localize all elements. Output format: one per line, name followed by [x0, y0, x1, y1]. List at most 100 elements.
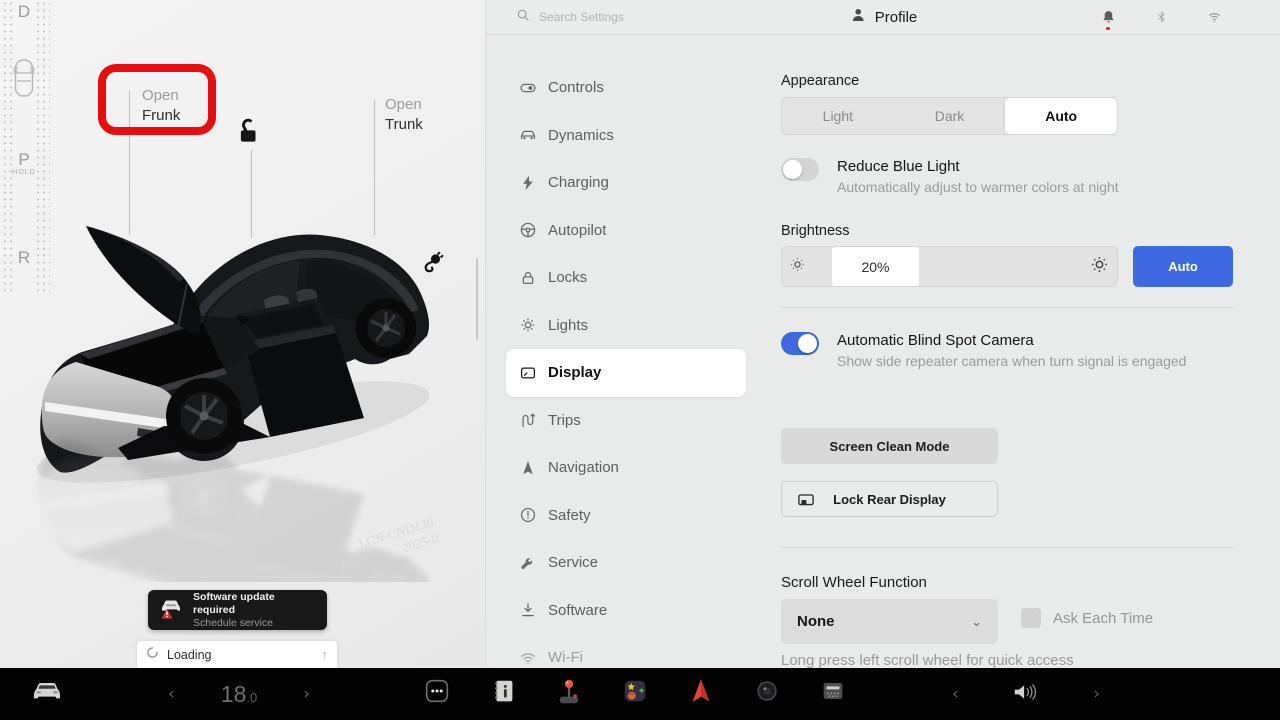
software-update-toast[interactable]: Software update required Schedule servic… [148, 590, 327, 630]
nav-arrow-icon [686, 676, 716, 711]
display-icon [519, 364, 537, 382]
unlock-icon[interactable] [233, 118, 260, 150]
trunk-pointer-line [374, 100, 375, 235]
sidebar-item-charging[interactable]: Charging [506, 159, 746, 207]
rear-display-icon [796, 490, 816, 513]
blind-spot-camera-subtitle: Show side repeater camera when turn sign… [837, 353, 1186, 369]
dashcam-icon [752, 676, 782, 711]
wifi-icon [519, 649, 537, 667]
temp-decrease-button[interactable]: ‹ [168, 684, 175, 704]
lock-rear-display-button[interactable]: Lock Rear Display [781, 481, 998, 517]
taskbar-app-navigation[interactable] [685, 677, 717, 709]
blind-spot-camera-title: Automatic Blind Spot Camera [837, 331, 1186, 350]
locks-icon [519, 269, 537, 287]
appearance-option[interactable]: Dark [894, 98, 1006, 134]
taskbar-app-app-drawer[interactable] [421, 677, 453, 709]
collapse-arrow-icon[interactable]: ↑ [322, 647, 329, 662]
taskbar-apps [421, 677, 849, 709]
service-icon [519, 554, 537, 572]
brightness-auto-button[interactable]: Auto [1133, 246, 1233, 287]
volume-control: ‹ › [952, 674, 1100, 714]
owners-manual-icon [488, 676, 518, 711]
taskbar: ‹ 18.0 › ‹ › [0, 668, 1280, 720]
theater-icon [620, 676, 650, 711]
settings-sidebar: Controls Dynamics Charging Autopilot Loc… [506, 64, 746, 668]
left-panel-scrollbar[interactable] [476, 258, 478, 340]
keypad-icon [818, 676, 848, 711]
brightness-slider[interactable]: 20% [781, 246, 1118, 287]
sidebar-item-safety[interactable]: Safety [506, 492, 746, 540]
safety-icon [519, 506, 537, 524]
settings-panel: Profile Controls Dynamics Chargi [485, 0, 1280, 668]
sidebar-item-controls[interactable]: Controls [506, 64, 746, 112]
volume-up-button[interactable]: › [1093, 684, 1100, 704]
temperature-value[interactable]: 18.0 [221, 681, 257, 708]
screen-clean-mode-button[interactable]: Screen Clean Mode [781, 428, 998, 464]
search-field[interactable] [516, 0, 689, 34]
chevron-down-icon: ⌄ [971, 614, 982, 630]
sidebar-item-service[interactable]: Service [506, 539, 746, 587]
appearance-segmented-control: LightDarkAuto [781, 97, 1118, 135]
toast-subtitle: Schedule service [193, 617, 317, 630]
reduce-blue-light-title: Reduce Blue Light [837, 157, 1119, 176]
gear-indicator-park-hold: HOLD [2, 169, 46, 176]
frunk-pointer-line [129, 90, 130, 235]
trips-icon [519, 411, 537, 429]
brightness-value-chip[interactable]: 20% [832, 247, 919, 286]
sidebar-item-lights[interactable]: Lights [506, 302, 746, 350]
open-frunk-button[interactable]: Open Frunk [142, 86, 180, 126]
gear-indicator-drive: D [2, 2, 46, 22]
ask-each-time-label: Ask Each Time [1053, 610, 1153, 627]
navigation-icon [519, 459, 537, 477]
scroll-wheel-dropdown[interactable]: None ⌄ [781, 599, 998, 644]
reduce-blue-light-toggle[interactable] [781, 158, 819, 181]
sidebar-item-wi-fi[interactable]: Wi-Fi [506, 634, 746, 668]
brightness-low-icon [789, 256, 806, 278]
service-alert-icon [158, 597, 184, 624]
scroll-wheel-value: None [797, 613, 971, 630]
spinner-icon [146, 646, 159, 664]
software-icon [519, 601, 537, 619]
scroll-wheel-hint: Long press left scroll wheel for quick a… [781, 652, 1074, 668]
volume-down-button[interactable]: ‹ [952, 684, 959, 704]
arcade-joystick-icon [554, 676, 584, 711]
loading-label: Loading [167, 648, 314, 662]
sidebar-item-navigation[interactable]: Navigation [506, 444, 746, 492]
appearance-option[interactable]: Light [782, 98, 894, 134]
sidebar-item-locks[interactable]: Locks [506, 254, 746, 302]
app-drawer-icon [422, 676, 452, 711]
appearance-label: Appearance [781, 73, 859, 89]
taskbar-app-theater[interactable] [619, 677, 651, 709]
climate-temperature-control: ‹ 18.0 › [168, 674, 310, 714]
loading-bar[interactable]: Loading ↑ [137, 641, 337, 668]
open-trunk-button[interactable]: Open Trunk [385, 95, 423, 135]
taskbar-app-arcade[interactable] [553, 677, 585, 709]
brightness-label: Brightness [781, 223, 850, 239]
speaker-icon[interactable] [1011, 680, 1041, 709]
blind-spot-camera-toggle[interactable] [781, 332, 819, 355]
vehicle-topview-icon [13, 57, 35, 104]
sidebar-item-display[interactable]: Display [506, 349, 746, 397]
toast-title: Software update required [193, 591, 317, 617]
sidebar-item-autopilot[interactable]: Autopilot [506, 207, 746, 255]
search-input[interactable] [539, 10, 689, 24]
lock-rear-display-label: Lock Rear Display [833, 492, 946, 507]
brightness-high-icon [1090, 255, 1109, 279]
section-divider [781, 547, 1233, 548]
temp-increase-button[interactable]: › [303, 684, 310, 704]
vehicle-visualization-panel: D P HOLD R Open Frunk Open Trunk [0, 0, 485, 668]
taskbar-app-dashcam[interactable] [751, 677, 783, 709]
taskbar-app-keypad[interactable] [817, 677, 849, 709]
sidebar-item-dynamics[interactable]: Dynamics [506, 112, 746, 160]
sidebar-item-software[interactable]: Software [506, 587, 746, 635]
charging-icon [519, 174, 537, 192]
display-settings-content: Appearance LightDarkAuto Reduce Blue Lig… [781, 0, 1233, 668]
taskbar-app-owners-manual[interactable] [487, 677, 519, 709]
sidebar-item-trips[interactable]: Trips [506, 397, 746, 445]
ask-each-time-checkbox[interactable] [1021, 608, 1041, 628]
appearance-option[interactable]: Auto [1005, 98, 1117, 134]
scroll-wheel-function-label: Scroll Wheel Function [781, 574, 927, 591]
taskbar-vehicle-button[interactable] [30, 678, 64, 709]
section-divider [781, 307, 1233, 308]
gear-indicator-park: P [2, 150, 46, 170]
